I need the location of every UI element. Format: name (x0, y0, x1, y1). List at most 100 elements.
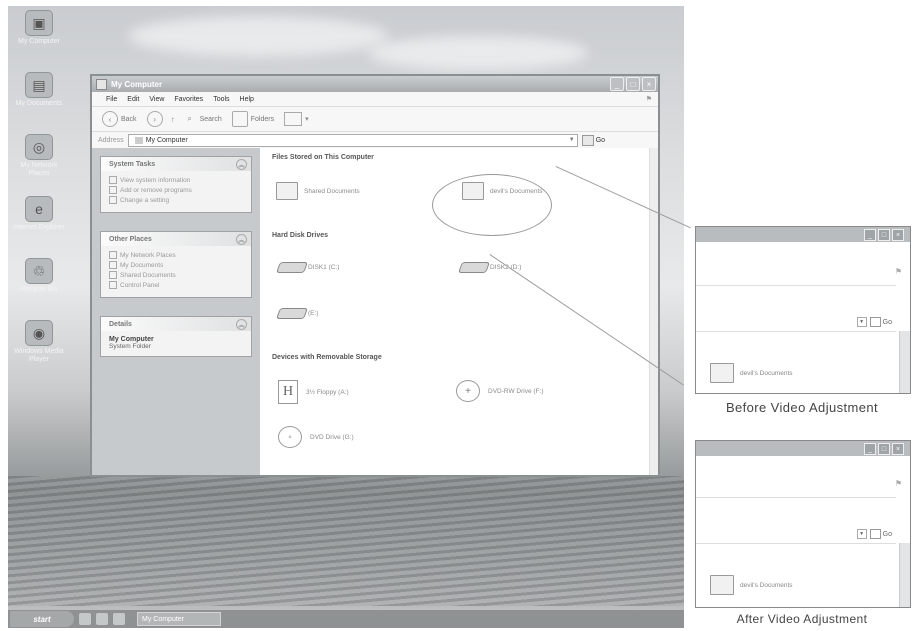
close-icon: × (892, 229, 904, 241)
hard-drive-icon (275, 308, 309, 319)
back-icon[interactable]: ‹ (102, 111, 118, 127)
search-button-label[interactable]: Search (200, 116, 222, 123)
quick-launch-browser-icon[interactable] (96, 613, 108, 625)
dvd-drive-icon: ◦ (278, 426, 302, 448)
maximize-button[interactable]: □ (626, 77, 640, 91)
before-caption: Before Video Adjustment (725, 400, 879, 415)
dvd-drive-icon: + (456, 380, 480, 402)
inset-go-button: ▼ Go (856, 317, 892, 327)
drive-d-item[interactable]: DISK2 (D:) (457, 262, 521, 273)
menu-help[interactable]: Help (240, 96, 254, 103)
minimize-button[interactable]: _ (610, 77, 624, 91)
collapse-icon[interactable]: ︽ (236, 159, 247, 170)
details-name: My Computer (109, 336, 154, 343)
after-adjustment-inset: _ □ × ⚑ ▼ Go devil's Documents (695, 440, 911, 608)
folders-icon[interactable] (231, 111, 248, 127)
collapse-icon[interactable]: ︽ (236, 319, 247, 330)
maximize-icon: □ (878, 443, 890, 455)
documents-icon: ▤ (25, 72, 53, 98)
search-icon[interactable]: ⌕ (183, 112, 197, 126)
panel-header[interactable]: Other Places ︽ (101, 232, 251, 246)
sky-cloud (128, 16, 388, 56)
desktop-icon-network-places[interactable]: ◎ My Network Places (12, 134, 66, 178)
start-button[interactable]: start (10, 611, 74, 627)
info-icon (109, 176, 117, 184)
drive-c-item[interactable]: DISK1 (C:) (275, 262, 339, 273)
group-header-files: Files Stored on This Computer (272, 154, 374, 161)
place-my-documents[interactable]: My Documents (109, 261, 243, 269)
close-icon: × (892, 443, 904, 455)
close-button[interactable]: × (642, 77, 656, 91)
quick-launch-desktop-icon[interactable] (79, 613, 91, 625)
system-tasks-title: System Tasks (109, 160, 156, 168)
inset-folder-item: devil's Documents (710, 363, 793, 383)
toolbar: ‹ Back › ↑ ⌕ Search Folders ▾ (92, 107, 658, 132)
floppy-drive-icon: H (278, 380, 298, 404)
quick-launch-media-icon[interactable] (113, 613, 125, 625)
grass-field (8, 476, 684, 606)
inset-divider (696, 285, 896, 286)
panel-header[interactable]: Details ︽ (101, 317, 251, 331)
menu-view[interactable]: View (149, 96, 164, 103)
desktop-icon-internet-explorer[interactable]: e Internet Explorer (12, 196, 66, 232)
desktop-icon-media-player[interactable]: ◉ Windows Media Player (12, 320, 66, 364)
windows-flag-icon: ⚑ (645, 96, 652, 103)
inset-titlebar: _ □ × (696, 441, 910, 456)
chevron-down-icon: ▼ (856, 317, 867, 327)
window-titlebar[interactable]: My Computer _ □ × (92, 76, 658, 92)
folder-icon (109, 271, 117, 279)
panel-header[interactable]: System Tasks ︽ (101, 157, 251, 171)
inset-divider (696, 543, 896, 544)
address-value: My Computer (145, 136, 188, 144)
group-header-drives: Hard Disk Drives (272, 232, 329, 239)
go-label: Go (595, 136, 606, 144)
drive-e-item[interactable]: (E:) (275, 308, 318, 319)
collapse-icon[interactable]: ︽ (236, 234, 247, 245)
address-input[interactable]: My Computer ▼ (127, 133, 578, 147)
menu-file[interactable]: File (106, 96, 117, 103)
folder-icon (109, 261, 117, 269)
inset-go-button: ▼ Go (856, 529, 892, 539)
views-icon[interactable] (284, 112, 303, 126)
task-change-setting[interactable]: Change a setting (109, 196, 243, 204)
shared-documents-item[interactable]: Shared Documents (276, 182, 360, 200)
chevron-down-icon[interactable]: ▾ (305, 115, 309, 123)
computer-icon (134, 136, 143, 144)
system-tasks-panel: System Tasks ︽ View system information A… (100, 156, 252, 213)
inset-scrollbar (899, 331, 910, 393)
menu-favorites[interactable]: Favorites (174, 96, 203, 103)
place-shared-documents[interactable]: Shared Documents (109, 271, 243, 279)
hard-drive-icon (275, 262, 309, 273)
place-control-panel[interactable]: Control Panel (109, 281, 243, 289)
menu-edit[interactable]: Edit (127, 96, 139, 103)
menu-tools[interactable]: Tools (213, 96, 229, 103)
task-pane: System Tasks ︽ View system information A… (92, 148, 260, 475)
desktop-icon-recycle-bin[interactable]: ♲ Recycle Bin (12, 258, 66, 294)
network-icon: ◎ (25, 134, 53, 160)
control-panel-icon (109, 281, 117, 289)
windows-flag-icon: ⚑ (894, 267, 902, 276)
details-panel: Details ︽ My Computer System Folder (100, 316, 252, 357)
back-button-label[interactable]: Back (121, 116, 137, 123)
folders-button-label[interactable]: Folders (251, 116, 274, 123)
desktop-icon-my-documents[interactable]: ▤ My Documents (12, 72, 66, 108)
up-folder-icon[interactable]: ↑ (166, 112, 180, 126)
desktop-icon-my-computer[interactable]: ▣ My Computer (12, 10, 66, 46)
inset-divider (696, 497, 896, 498)
inset-folder-item: devil's Documents (710, 575, 793, 595)
dvd-rw-item[interactable]: + DVD-RW Drive (F:) (456, 380, 544, 402)
taskbar-item-my-computer[interactable]: My Computer (137, 612, 221, 626)
place-network[interactable]: My Network Places (109, 251, 243, 259)
dvd-item[interactable]: ◦ DVD Drive (G:) (278, 426, 354, 448)
go-button[interactable]: Go (581, 134, 606, 146)
forward-icon[interactable]: › (146, 111, 163, 127)
task-add-remove-programs[interactable]: Add or remove programs (109, 186, 243, 194)
task-view-system-info[interactable]: View system information (109, 176, 243, 184)
other-places-title: Other Places (109, 235, 152, 243)
group-header-removable: Devices with Removable Storage (272, 354, 382, 361)
hard-drive-icon (457, 262, 491, 273)
vertical-scrollbar[interactable] (649, 148, 658, 475)
minimize-icon: _ (864, 443, 876, 455)
chevron-down-icon[interactable]: ▼ (567, 137, 577, 143)
floppy-item[interactable]: H 3½ Floppy (A:) (278, 380, 349, 404)
